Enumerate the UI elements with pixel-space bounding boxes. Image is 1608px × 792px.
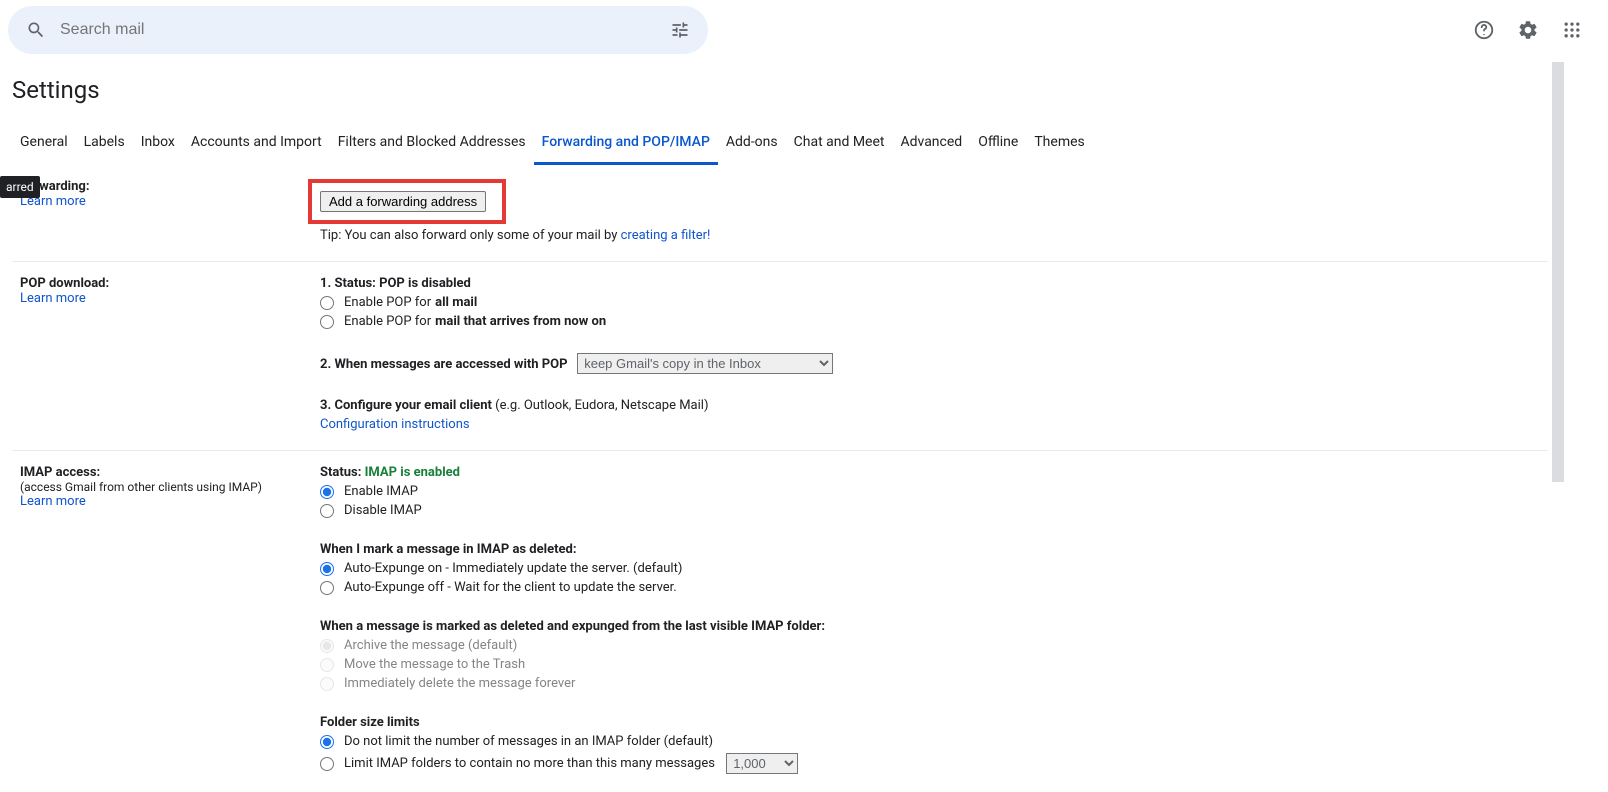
imap-expunge-off-radio[interactable] <box>320 581 334 595</box>
pop-enable-now-bold: mail that arrives from now on <box>435 314 606 329</box>
imap-disable-radio[interactable] <box>320 504 334 518</box>
imap-limit-row: Limit IMAP folders to contain no more th… <box>320 753 1548 774</box>
pop-configure-rest: (e.g. Outlook, Eudora, Netscape Mail) <box>495 398 708 413</box>
imap-expunge-on-row: Auto-Expunge on - Immediately update the… <box>320 561 1548 576</box>
tab-general[interactable]: General <box>12 126 76 165</box>
pop-enable-all-radio[interactable] <box>320 296 334 310</box>
imap-limit-select[interactable]: 1,000 <box>726 753 798 774</box>
pop-enable-now-radio[interactable] <box>320 315 334 329</box>
pop-label: POP download: <box>20 276 320 291</box>
section-pop: POP download: Learn more 1. Status: POP … <box>12 262 1548 451</box>
imap-no-limit-radio[interactable] <box>320 735 334 749</box>
imap-no-limit-row: Do not limit the number of messages in a… <box>320 734 1548 749</box>
search-icon[interactable] <box>16 10 56 50</box>
imap-label: IMAP access: <box>20 465 320 480</box>
tooltip-starred: arred <box>0 176 40 198</box>
imap-limit-radio[interactable] <box>320 757 334 771</box>
add-forwarding-address-button[interactable]: Add a forwarding address <box>320 191 486 212</box>
imap-no-limit-label: Do not limit the number of messages in a… <box>344 734 713 749</box>
content-area: Settings General Labels Inbox Accounts a… <box>0 60 1608 792</box>
imap-delete-forever-row: Immediately delete the message forever <box>320 676 1548 691</box>
imap-learn-more-link[interactable]: Learn more <box>20 494 86 509</box>
create-filter-link[interactable]: creating a filter! <box>621 228 711 243</box>
header-bar <box>0 0 1608 60</box>
page-title: Settings <box>12 60 1608 112</box>
imap-status-prefix: Status: <box>320 465 365 480</box>
highlight-add-forwarding: Add a forwarding address <box>308 179 506 224</box>
pop-enable-all-bold: all mail <box>435 295 477 310</box>
search-input[interactable] <box>56 21 660 39</box>
section-forwarding: Forwarding: Learn more Add a forwarding … <box>12 165 1548 262</box>
tab-inbox[interactable]: Inbox <box>133 126 183 165</box>
tab-advanced[interactable]: Advanced <box>892 126 970 165</box>
imap-expunge-on-label: Auto-Expunge on - Immediately update the… <box>344 561 682 576</box>
imap-trash-radio <box>320 658 334 672</box>
imap-enable-radio[interactable] <box>320 485 334 499</box>
imap-archive-radio <box>320 639 334 653</box>
settings-body: Forwarding: Learn more Add a forwarding … <box>12 165 1608 792</box>
pop-enable-all-row: Enable POP for all mail <box>320 295 1548 310</box>
section-imap: IMAP access: (access Gmail from other cl… <box>12 451 1548 792</box>
pop-status-prefix: 1. Status: <box>320 276 379 291</box>
scrollbar-thumb[interactable] <box>1552 62 1564 482</box>
search-container <box>8 6 708 54</box>
pop-accessed-label: 2. When messages are accessed with POP <box>320 357 568 372</box>
header-actions <box>1464 10 1600 50</box>
forwarding-content: Add a forwarding address Tip: You can al… <box>320 179 1548 247</box>
pop-label-col: POP download: Learn more <box>20 276 320 436</box>
tab-accounts[interactable]: Accounts and Import <box>183 126 330 165</box>
imap-content: Status: IMAP is enabled Enable IMAP Disa… <box>320 465 1548 778</box>
settings-tabs: General Labels Inbox Accounts and Import… <box>12 112 1608 165</box>
pop-action-select[interactable]: keep Gmail's copy in the Inbox <box>577 353 833 374</box>
pop-accessed-row: 2. When messages are accessed with POP k… <box>320 353 1548 374</box>
imap-archive-label: Archive the message (default) <box>344 638 517 653</box>
imap-disable-row: Disable IMAP <box>320 503 1548 518</box>
imap-archive-row: Archive the message (default) <box>320 638 1548 653</box>
pop-config-instructions-link[interactable]: Configuration instructions <box>320 417 470 432</box>
tab-offline[interactable]: Offline <box>970 126 1026 165</box>
imap-label-col: IMAP access: (access Gmail from other cl… <box>20 465 320 778</box>
imap-enable-label: Enable IMAP <box>344 484 418 499</box>
search-options-icon[interactable] <box>660 10 700 50</box>
forwarding-tip: Tip: You can also forward only some of y… <box>320 228 1548 243</box>
imap-expunge-off-label: Auto-Expunge off - Wait for the client t… <box>344 580 677 595</box>
imap-status-value: IMAP is enabled <box>365 465 460 480</box>
pop-enable-now-prefix: Enable POP for <box>344 314 431 329</box>
imap-trash-label: Move the message to the Trash <box>344 657 525 672</box>
forwarding-tip-text: Tip: You can also forward only some of y… <box>320 228 621 243</box>
imap-expunge-off-row: Auto-Expunge off - Wait for the client t… <box>320 580 1548 595</box>
imap-enable-row: Enable IMAP <box>320 484 1548 499</box>
tab-forwarding[interactable]: Forwarding and POP/IMAP <box>534 126 718 165</box>
pop-enable-now-row: Enable POP for mail that arrives from no… <box>320 314 1548 329</box>
imap-delete-forever-radio <box>320 677 334 691</box>
tab-addons[interactable]: Add-ons <box>718 126 786 165</box>
imap-trash-row: Move the message to the Trash <box>320 657 1548 672</box>
apps-icon[interactable] <box>1552 10 1592 50</box>
tab-themes[interactable]: Themes <box>1026 126 1092 165</box>
imap-disable-label: Disable IMAP <box>344 503 422 518</box>
forwarding-label-col: Forwarding: Learn more <box>20 179 320 247</box>
settings-icon[interactable] <box>1508 10 1548 50</box>
support-icon[interactable] <box>1464 10 1504 50</box>
imap-expunge-on-radio[interactable] <box>320 562 334 576</box>
pop-content: 1. Status: POP is disabled Enable POP fo… <box>320 276 1548 436</box>
pop-enable-all-prefix: Enable POP for <box>344 295 431 310</box>
tab-chat[interactable]: Chat and Meet <box>786 126 893 165</box>
tab-labels[interactable]: Labels <box>76 126 133 165</box>
imap-sub: (access Gmail from other clients using I… <box>20 480 320 494</box>
pop-learn-more-link[interactable]: Learn more <box>20 291 86 306</box>
pop-status: 1. Status: POP is disabled <box>320 276 1548 291</box>
tab-filters[interactable]: Filters and Blocked Addresses <box>330 126 534 165</box>
scrollbar-track[interactable] <box>1550 62 1566 751</box>
imap-deleted-heading: When I mark a message in IMAP as deleted… <box>320 542 1548 557</box>
pop-status-value: POP is disabled <box>379 276 471 291</box>
imap-status: Status: IMAP is enabled <box>320 465 1548 480</box>
imap-limit-label: Limit IMAP folders to contain no more th… <box>344 756 715 771</box>
imap-expunged-heading: When a message is marked as deleted and … <box>320 619 1548 634</box>
pop-configure-row: 3. Configure your email client (e.g. Out… <box>320 398 1548 413</box>
imap-folder-heading: Folder size limits <box>320 715 1548 730</box>
imap-delete-forever-label: Immediately delete the message forever <box>344 676 575 691</box>
forwarding-label: Forwarding: <box>20 179 320 194</box>
pop-configure-bold: 3. Configure your email client <box>320 398 495 413</box>
